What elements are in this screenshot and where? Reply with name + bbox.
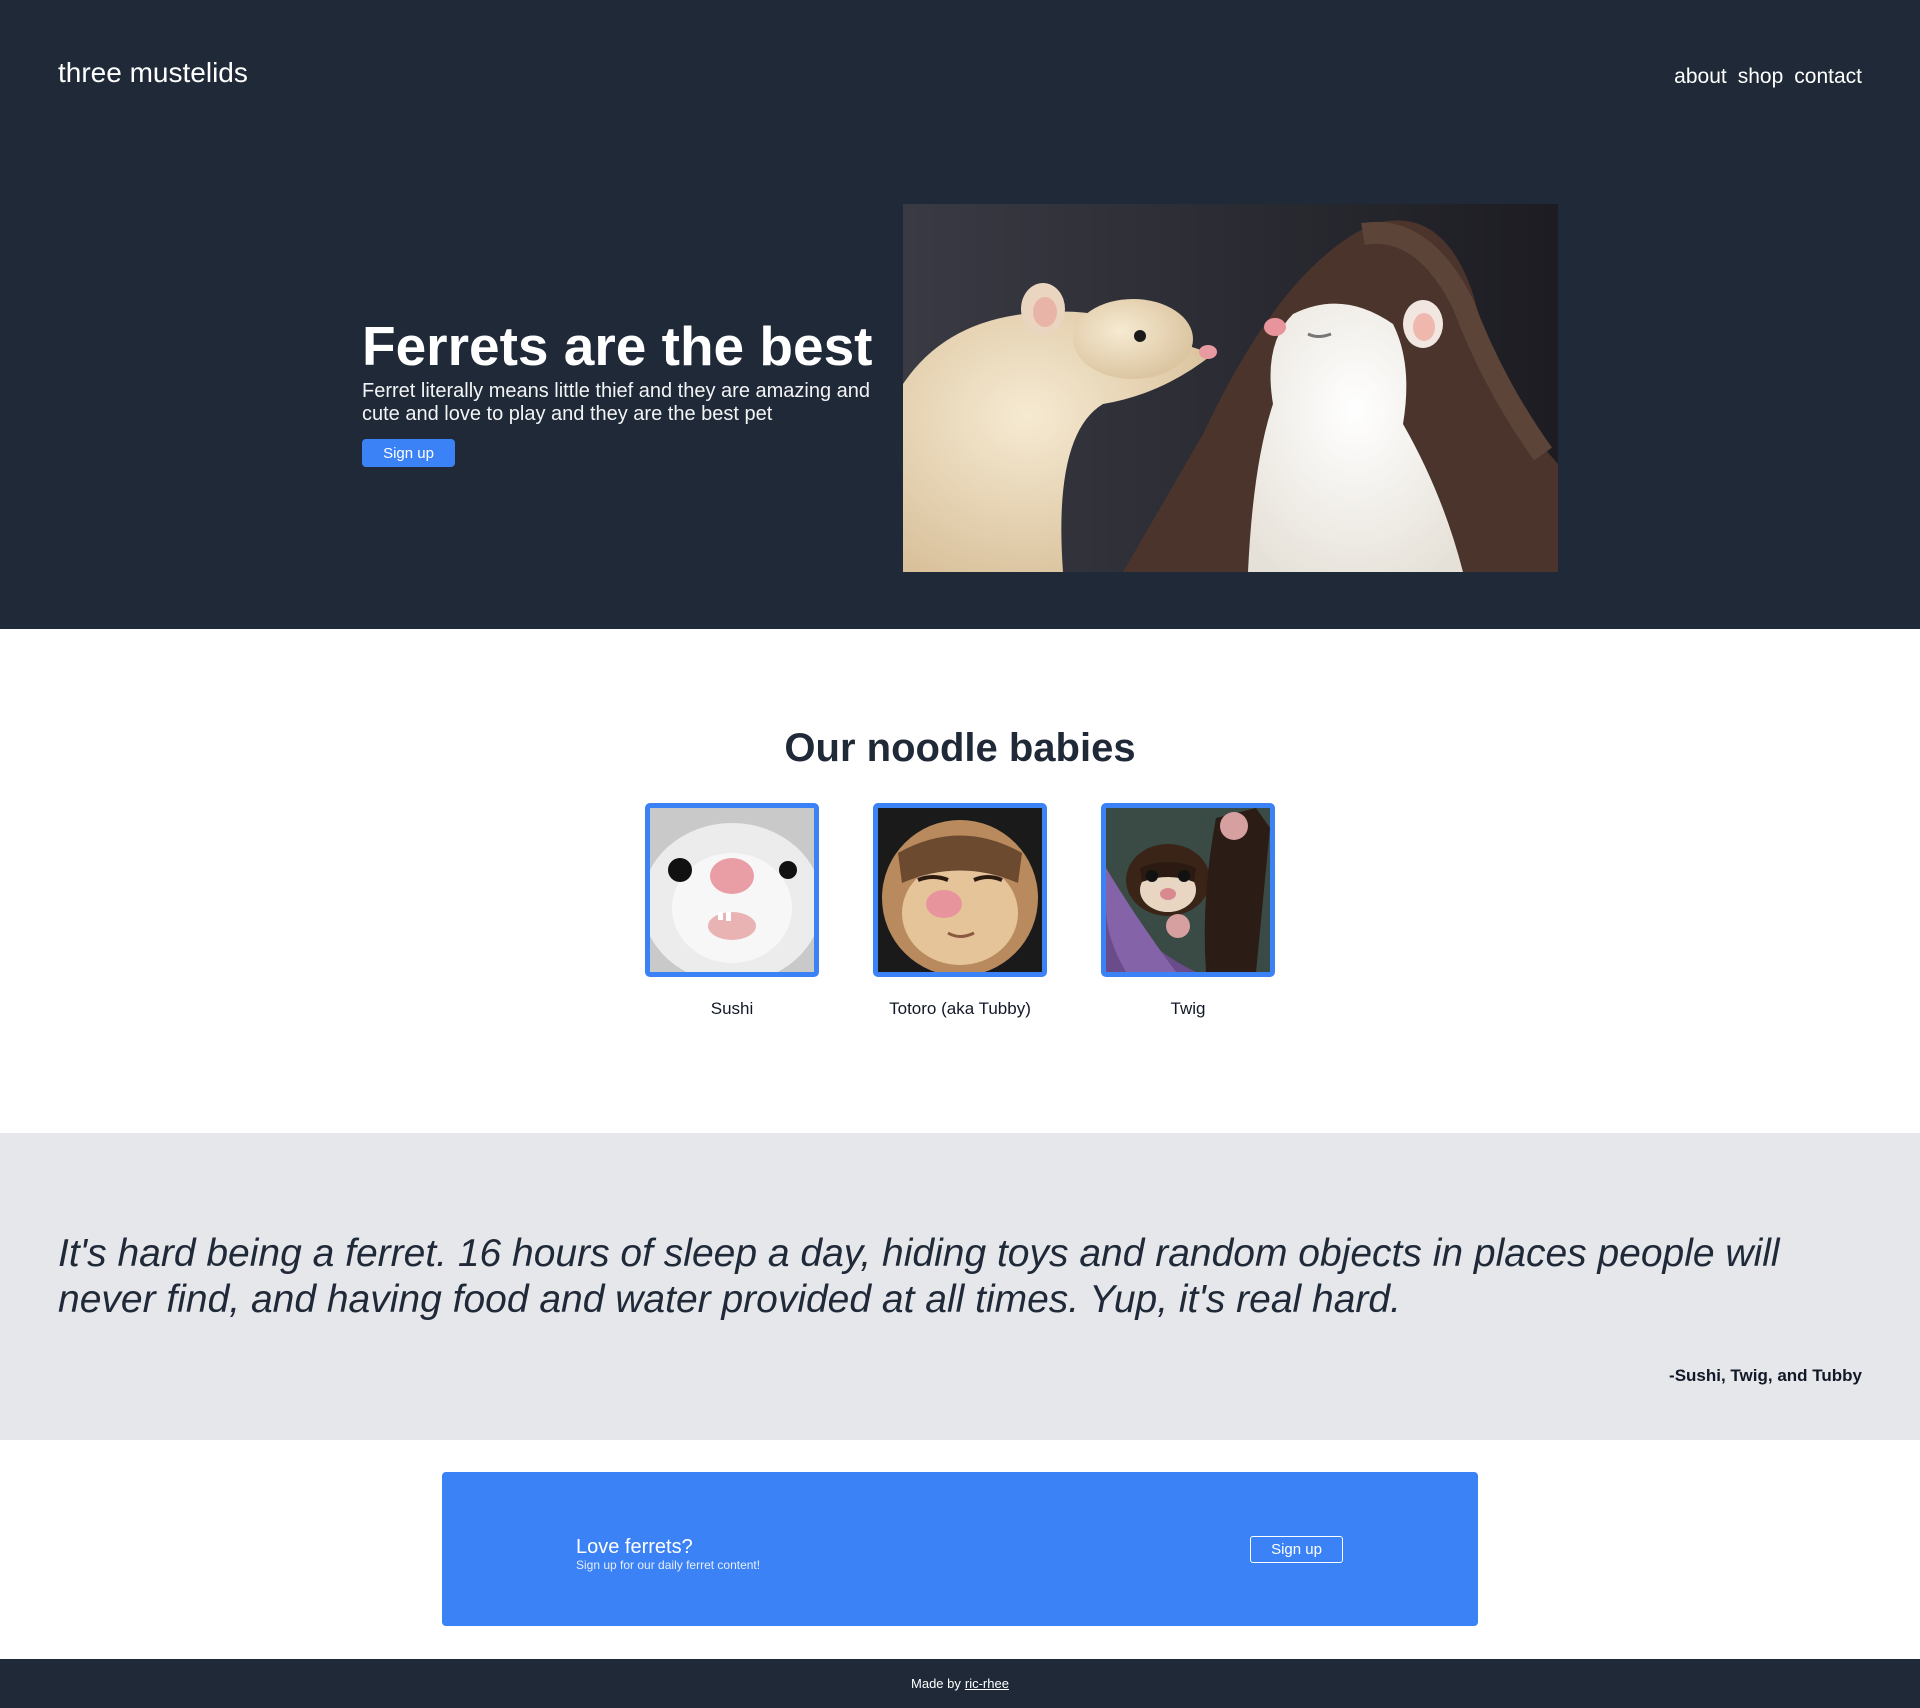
quote-author: -Sushi, Twig, and Tubby [1669,1366,1862,1385]
white-ferret-photo-icon [650,808,814,972]
hero-signup-button[interactable]: Sign up [362,439,455,467]
ferret-photo [1101,803,1275,977]
hero-subtitle: Ferret literally means little thief and … [362,380,871,425]
ferret-card-totoro[interactable]: Totoro (aka Tubby) [873,803,1047,1019]
cta-banner: Love ferrets? Sign up for our daily ferr… [442,1472,1478,1626]
ferret-card-sushi[interactable]: Sushi [645,803,819,1019]
babies-title: Our noodle babies [784,726,1136,770]
nav-contact-link[interactable]: contact [1794,62,1862,92]
brand-logo[interactable]: three mustelids [58,55,248,91]
author-link[interactable]: ric-rhee [965,1676,1009,1691]
cta-title: Love ferrets? [576,1536,693,1558]
ferret-photo [645,803,819,977]
hero-ferrets-image [903,204,1558,572]
nav-shop-link[interactable]: shop [1738,62,1784,92]
hero-title: Ferrets are the best [362,315,873,377]
ferret-card-twig[interactable]: Twig [1101,803,1275,1019]
two-ferrets-photo-icon [903,204,1558,572]
quote-section: It's hard being a ferret. 16 hours of sl… [0,1133,1920,1440]
hero-text: Ferrets are the best Ferret literally me… [362,314,882,467]
dark-ferret-photo-icon [1106,808,1270,972]
quote-text: It's hard being a ferret. 16 hours of sl… [58,1232,1780,1321]
main-nav: about shop contact [1674,62,1862,92]
cta-section: Love ferrets? Sign up for our daily ferr… [0,1440,1920,1659]
sable-ferret-photo-icon [878,808,1042,972]
cta-subtitle: Sign up for our daily ferret content! [576,1558,761,1572]
ferret-photo [873,803,1047,977]
ferret-name: Twig [1170,999,1206,1018]
footer: Made by ric-rhee [0,1659,1920,1708]
babies-section: Our noodle babies Sushi Totoro (aka Tubb… [0,629,1920,1133]
footer-prefix: Made by [911,1676,961,1691]
ferret-name: Totoro (aka Tubby) [889,999,1031,1018]
hero-section: three mustelids about shop contact Ferre… [0,0,1920,629]
ferret-name: Sushi [710,999,754,1018]
babies-list: Sushi Totoro (aka Tubby) Twig [645,803,1275,1019]
nav-about-link[interactable]: about [1674,62,1727,92]
cta-signup-button[interactable]: Sign up [1250,1536,1343,1563]
